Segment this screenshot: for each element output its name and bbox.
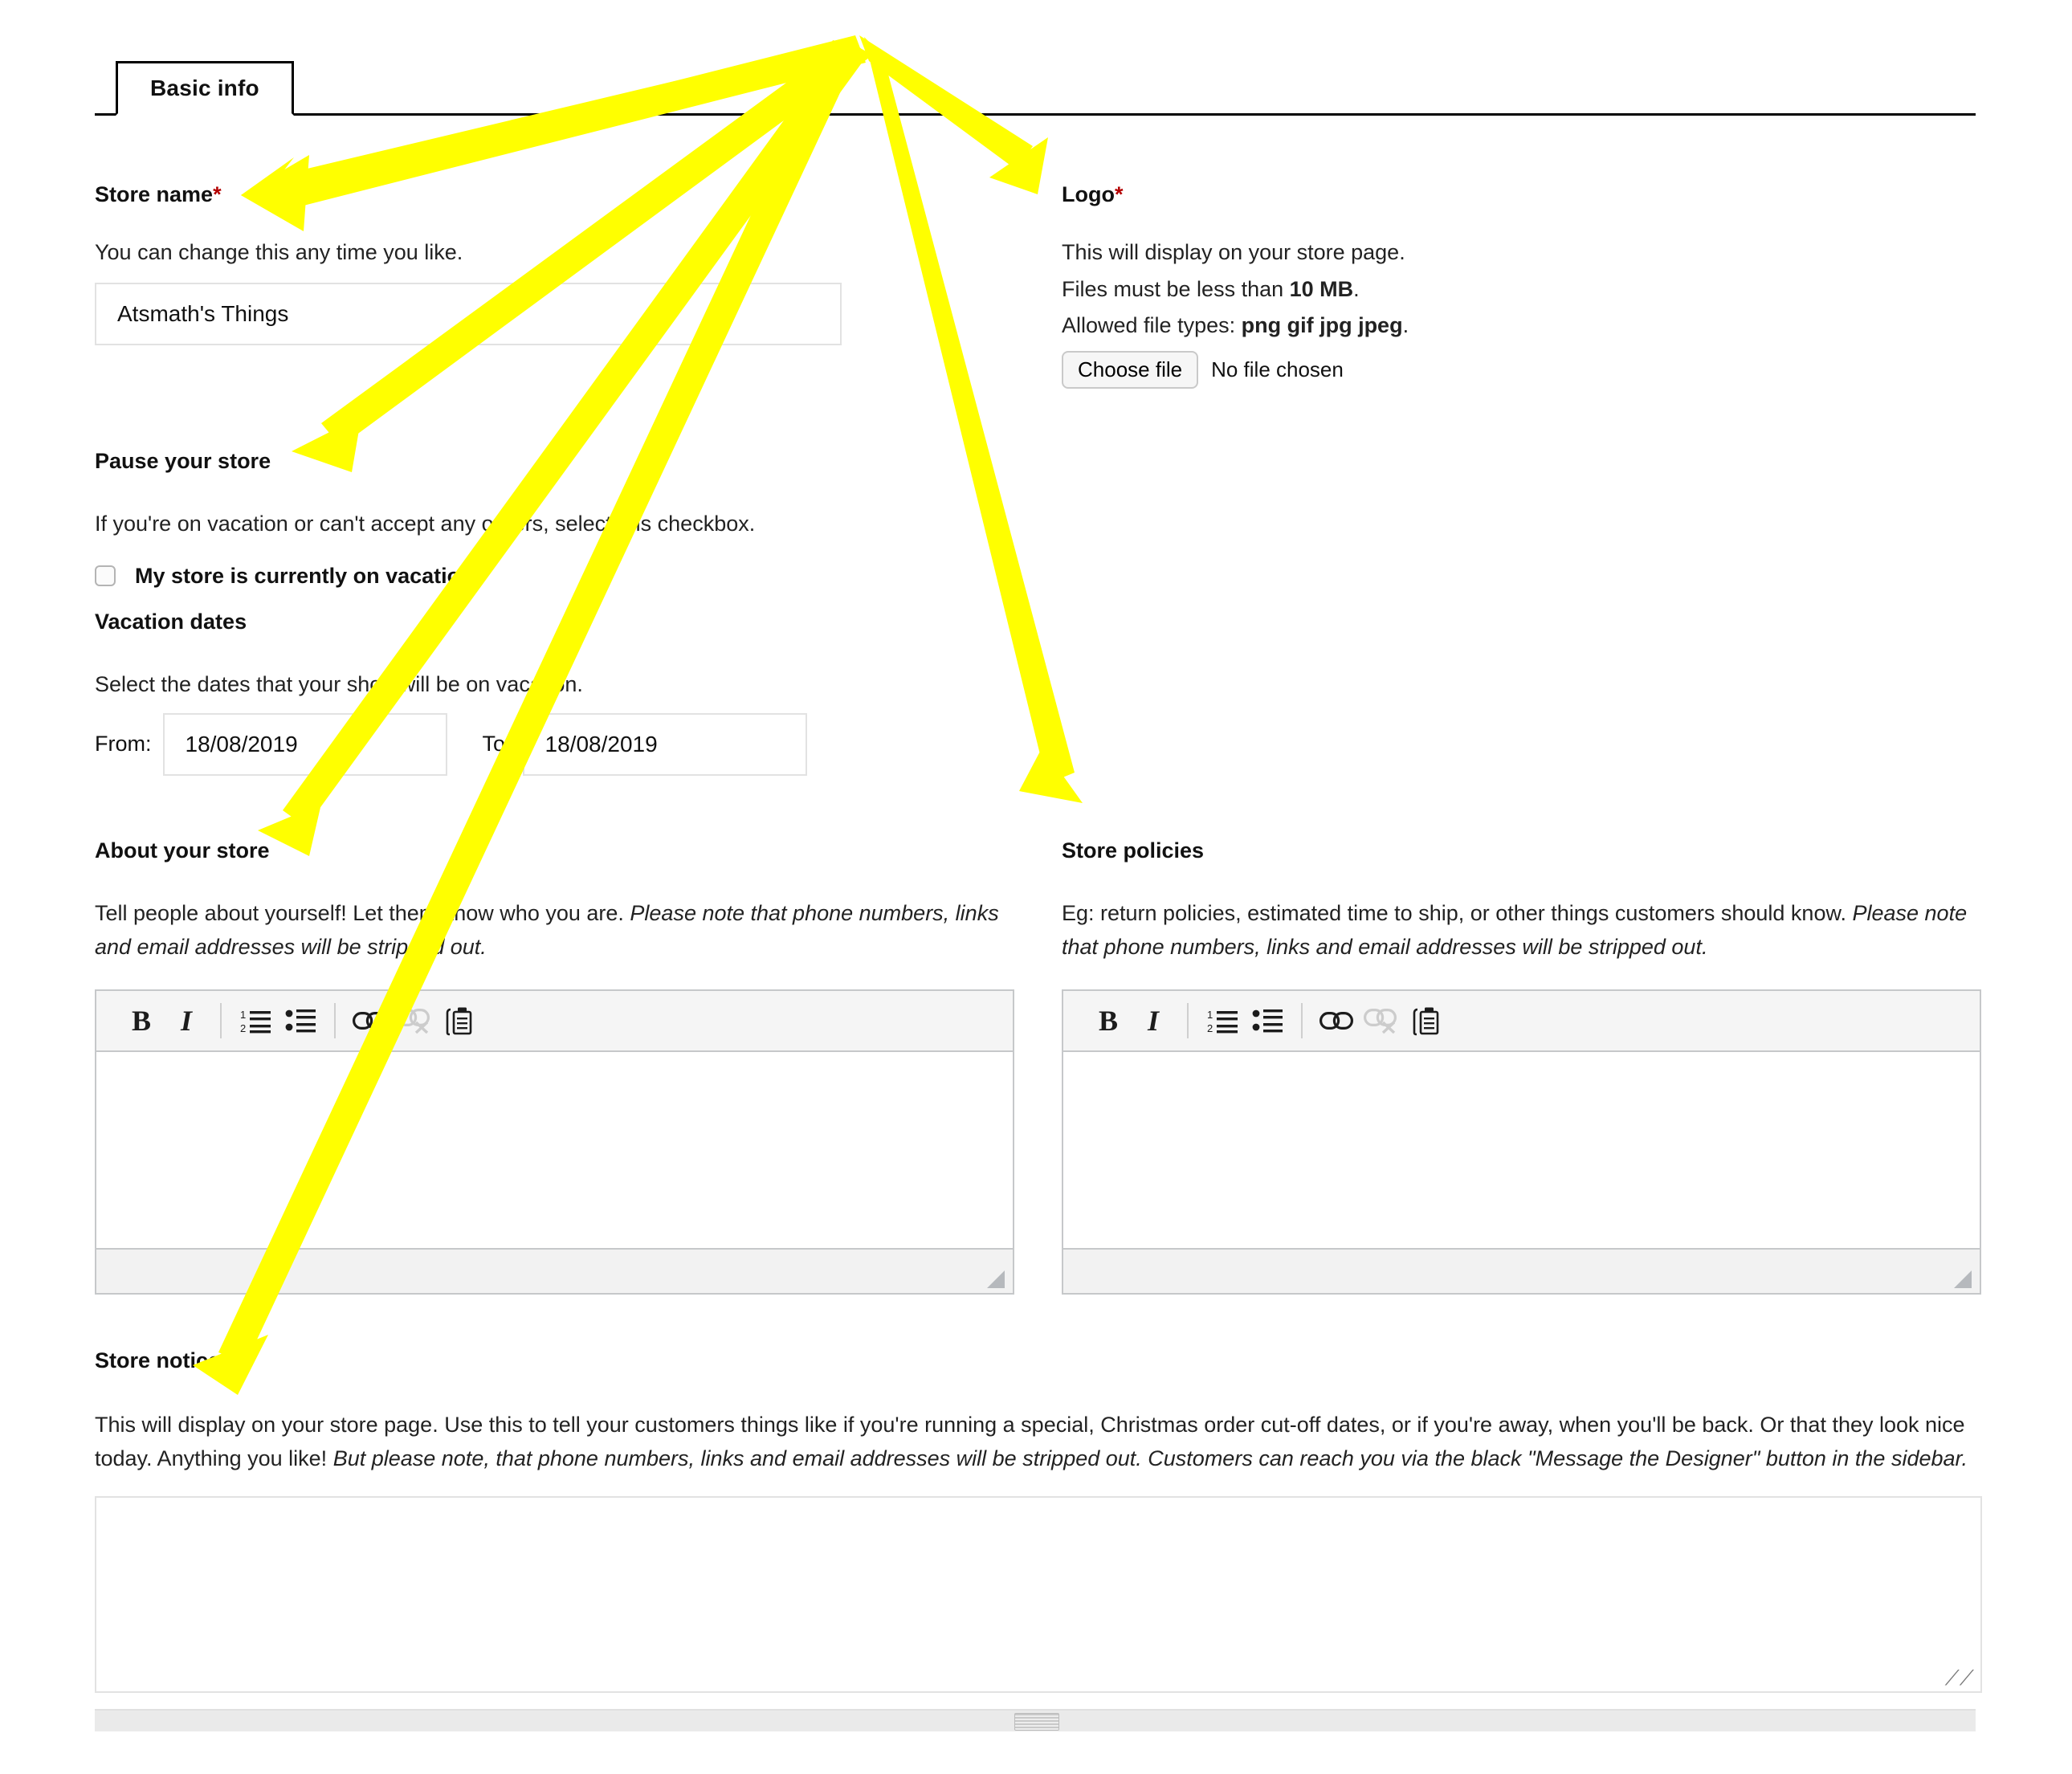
store-name-field-group: Store name* You can change this any time… [95,182,1014,345]
unlink-icon[interactable] [392,998,437,1043]
tab-basic-info-label: Basic info [150,75,259,100]
store-notice-label: Store notice [95,1348,221,1372]
svg-text:1: 1 [240,1009,246,1021]
logo-types-prefix: Allowed file types: [1062,313,1242,338]
paste-icon[interactable] [437,998,482,1043]
toolbar-separator [1187,1003,1189,1039]
store-name-description: You can change this any time you like. [95,239,463,264]
about-store-editor[interactable]: B I 1 2 [95,989,1014,1295]
store-notice-textarea[interactable]: ⟋⟋ [95,1496,1982,1694]
store-notice-field-group: Store notice This will display on your s… [95,1348,1982,1694]
about-store-label: About your store [95,838,270,863]
about-store-field-group: About your store Tell people about yours… [95,838,1014,1295]
store-name-input[interactable] [95,282,842,345]
link-icon[interactable] [1314,998,1359,1043]
bulleted-list-icon[interactable] [278,998,323,1043]
about-store-editor-footer [96,1248,1013,1294]
file-chosen-status: No file chosen [1211,357,1344,382]
numbered-list-icon[interactable]: 1 2 [233,998,278,1043]
store-policies-label: Store policies [1062,838,1205,863]
store-notice-description-italic: But please note, that phone numbers, lin… [332,1446,1968,1470]
link-icon[interactable] [347,998,392,1043]
paste-icon[interactable] [1404,998,1449,1043]
store-name-label-text: Store name [95,182,214,206]
logo-allowed-types: png gif jpg jpeg [1241,313,1403,338]
store-notice-description: This will display on your store page. Us… [95,1409,1982,1476]
logo-field-group: Logo* This will display on your store pa… [1062,182,1981,389]
about-store-editor-body[interactable] [96,1052,1013,1249]
vacation-checkbox-label: My store is currently on vacation [135,563,474,588]
vacation-checkbox-row[interactable]: My store is currently on vacation [95,564,1014,589]
logo-size-limit: 10 MB [1289,276,1354,301]
italic-icon[interactable]: I [164,998,209,1043]
store-policies-description: Eg: return policies, estimated time to s… [1062,897,1969,964]
toolbar-separator [1301,1003,1303,1039]
bold-icon[interactable]: B [119,998,164,1043]
svg-text:2: 2 [240,1022,246,1034]
store-policies-description-plain: Eg: return policies, estimated time to s… [1062,900,1853,925]
vacation-from-label: From: [95,732,152,756]
textarea-resize-grip-icon[interactable]: ⟋⟋ [1945,1667,1974,1688]
vacation-dates-label: Vacation dates [95,610,247,634]
pause-store-field-group: Pause your store If you're on vacation o… [95,449,1014,589]
store-policies-editor[interactable]: B I 1 2 [1062,989,1981,1295]
toolbar-separator [220,1003,222,1039]
logo-size-prefix: Files must be less than [1062,276,1290,301]
unlink-icon[interactable] [1359,998,1404,1043]
logo-types-suffix: . [1402,313,1409,338]
logo-size-suffix: . [1353,276,1360,301]
arrow-head-store-policies [1019,747,1083,803]
pause-store-label: Pause your store [95,449,271,473]
vacation-from-input[interactable] [162,712,447,776]
toolbar-separator [334,1003,336,1039]
vacation-dates-field-group: Vacation dates Select the dates that you… [95,610,1014,776]
vacation-dates-description: Select the dates that your shop will be … [95,671,583,696]
store-policies-field-group: Store policies Eg: return policies, esti… [1062,838,1981,1295]
pause-store-description: If you're on vacation or can't accept an… [95,511,756,536]
tab-strip-underline [95,113,1976,116]
italic-icon[interactable]: I [1131,998,1176,1043]
store-settings-page: Basic info Store name* You can change th… [0,0,2072,1774]
vacation-to-input[interactable] [522,712,807,776]
about-store-description: Tell people about yourself! Let them kno… [95,897,1002,964]
horizontal-scrollbar[interactable] [95,1709,1976,1731]
vacation-checkbox[interactable] [95,565,116,587]
logo-required-asterisk: * [1114,182,1124,206]
choose-file-button[interactable]: Choose file [1062,351,1199,389]
numbered-list-icon[interactable]: 1 2 [1200,998,1245,1043]
svg-text:2: 2 [1207,1022,1213,1034]
store-name-label: Store name* [95,182,1014,207]
about-store-editor-toolbar: B I 1 2 [96,991,1013,1053]
logo-label: Logo* [1062,182,1981,207]
horizontal-scrollbar-thumb[interactable] [1014,1713,1059,1731]
bold-icon[interactable]: B [1086,998,1131,1043]
resize-grip-icon[interactable] [987,1270,1005,1289]
logo-description-line-1: This will display on your store page. [1062,239,1405,264]
about-store-description-plain: Tell people about yourself! Let them kno… [95,900,630,925]
store-policies-editor-footer [1063,1248,1980,1294]
store-policies-editor-toolbar: B I 1 2 [1063,991,1980,1053]
svg-text:1: 1 [1207,1009,1213,1021]
resize-grip-icon[interactable] [1954,1270,1972,1289]
logo-file-input-row: Choose file No file chosen [1062,351,1981,389]
logo-label-text: Logo [1062,182,1115,206]
store-name-required-asterisk: * [213,182,222,206]
logo-description-line-2: Files must be less than 10 MB. [1062,273,1981,307]
tab-basic-info[interactable]: Basic info [116,61,294,116]
bulleted-list-icon[interactable] [1245,998,1290,1043]
vacation-to-label: To: [482,732,512,756]
tab-strip: Basic info [95,61,1976,116]
store-policies-editor-body[interactable] [1063,1052,1980,1249]
logo-description-line-3: Allowed file types: png gif jpg jpeg. [1062,309,1981,343]
vacation-dates-row: From: To: [95,712,1014,776]
